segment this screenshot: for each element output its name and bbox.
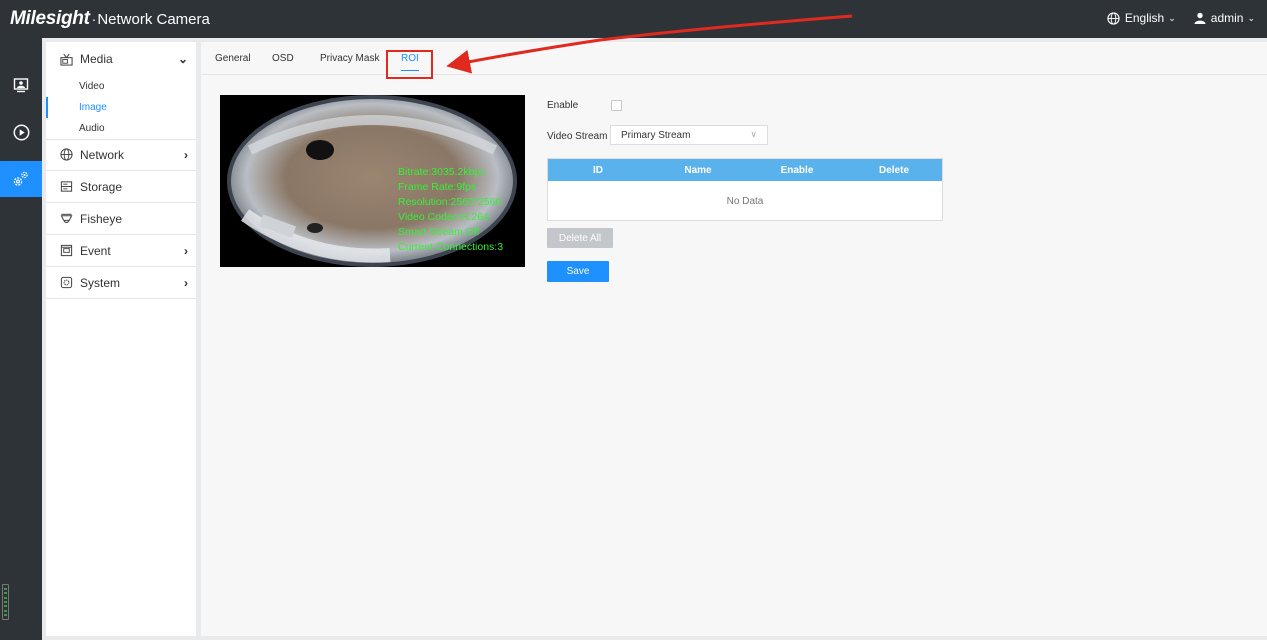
osd-line: Bitrate:3035.2kbps — [398, 166, 486, 178]
menu-network-label: Network — [80, 147, 125, 162]
language-selector[interactable]: English ⌄ — [1107, 11, 1176, 25]
menu-sub-video-label: Video — [79, 81, 105, 92]
menu-event[interactable]: Event › — [46, 235, 196, 267]
top-right-controls: English ⌄ admin ⌄ — [1089, 11, 1255, 25]
tab-general[interactable]: General — [215, 42, 251, 75]
settings-menu: Media ⌄ Video Image Audio Network › Stor… — [46, 42, 196, 636]
osd-line: Resolution:2560*2560 — [398, 196, 502, 208]
video-stream-value: Primary Stream — [621, 129, 691, 141]
chevron-down-icon: ⌄ — [1247, 12, 1255, 23]
globe-icon — [1107, 11, 1120, 25]
annotation-highlight-box — [386, 50, 433, 79]
table-header: ID Name Enable Delete — [548, 159, 942, 181]
user-icon — [1194, 12, 1206, 24]
video-stream-select[interactable]: Primary Stream ∨ — [610, 125, 768, 145]
live-view-icon — [13, 78, 29, 93]
storage-icon — [58, 179, 74, 195]
menu-fisheye[interactable]: Fisheye — [46, 203, 196, 235]
menu-storage-label: Storage — [80, 179, 123, 194]
media-icon — [58, 51, 74, 67]
menu-sub-audio[interactable]: Audio — [46, 118, 196, 139]
globe-icon — [58, 147, 74, 163]
icon-rail — [0, 38, 42, 640]
user-menu[interactable]: admin ⌄ — [1194, 11, 1255, 25]
chevron-right-icon: › — [184, 147, 188, 162]
tab-bar: General OSD Privacy Mask ROI — [201, 42, 1267, 75]
rail-settings[interactable] — [0, 161, 42, 197]
menu-system[interactable]: System › — [46, 267, 196, 299]
menu-event-label: Event — [80, 243, 111, 258]
brand: Milesight · Network Camera — [10, 8, 210, 30]
menu-sub-video[interactable]: Video — [46, 76, 196, 97]
menu-network[interactable]: Network › — [46, 139, 196, 171]
tab-general-label: General — [215, 53, 251, 64]
osd-line: Frame Rate:9fps — [398, 181, 477, 193]
user-label: admin — [1210, 11, 1244, 25]
chevron-down-icon: ∨ — [750, 129, 757, 139]
fisheye-icon — [58, 211, 74, 227]
column-header: Name — [684, 164, 712, 176]
tab-osd[interactable]: OSD — [272, 42, 294, 75]
video-stream-label: Video Stream — [547, 131, 608, 142]
roi-table: ID Name Enable Delete No Data — [547, 158, 943, 221]
save-button[interactable]: Save — [547, 261, 609, 282]
chevron-right-icon: › — [184, 275, 188, 290]
brand-separator: · — [91, 11, 97, 27]
event-icon — [58, 243, 74, 259]
empty-state: No Data — [726, 195, 764, 207]
playback-icon — [13, 124, 29, 140]
delete-all-button[interactable]: Delete All — [547, 228, 613, 248]
menu-media-label: Media — [80, 52, 113, 66]
chevron-right-icon: › — [184, 243, 188, 258]
chevron-down-icon: ⌄ — [1168, 12, 1176, 23]
osd-overlay: Bitrate:3035.2kbps Frame Rate:9fps Resol… — [398, 165, 503, 255]
signal-meter-icon — [2, 584, 9, 620]
chevron-down-icon: ⌄ — [177, 52, 188, 66]
menu-sub-audio-label: Audio — [79, 123, 105, 134]
rail-live-view[interactable] — [0, 67, 42, 103]
column-header: ID — [593, 164, 603, 176]
video-preview[interactable]: Bitrate:3035.2kbps Frame Rate:9fps Resol… — [220, 95, 525, 267]
tab-privacy-mask-label: Privacy Mask — [320, 53, 380, 64]
rail-playback[interactable] — [0, 114, 42, 150]
osd-line: Current Connections:3 — [398, 241, 504, 253]
brand-product: Network Camera — [97, 11, 210, 28]
main-content: General OSD Privacy Mask ROI Bitrate:303… — [201, 42, 1267, 636]
settings-icon — [13, 171, 28, 186]
osd-line: Video Codec:H.264 — [398, 211, 489, 223]
tab-osd-label: OSD — [272, 53, 294, 64]
language-label: English — [1124, 11, 1165, 25]
top-bar: Milesight · Network Camera English ⌄ adm… — [0, 0, 1267, 38]
menu-media[interactable]: Media ⌄ — [46, 43, 196, 75]
menu-fisheye-label: Fisheye — [80, 211, 123, 226]
system-icon — [58, 275, 74, 291]
menu-storage[interactable]: Storage — [46, 171, 196, 203]
enable-label: Enable — [547, 100, 579, 111]
osd-line: Smart Stream:Off — [398, 226, 480, 238]
menu-sub-image-label: Image — [79, 102, 107, 113]
menu-sub-image[interactable]: Image — [46, 97, 196, 118]
brand-logo: Milesight — [10, 8, 90, 29]
menu-system-label: System — [80, 275, 121, 290]
tab-privacy-mask[interactable]: Privacy Mask — [320, 42, 379, 75]
column-header: Enable — [780, 164, 814, 176]
column-header: Delete — [878, 164, 909, 176]
enable-checkbox[interactable] — [611, 100, 622, 111]
